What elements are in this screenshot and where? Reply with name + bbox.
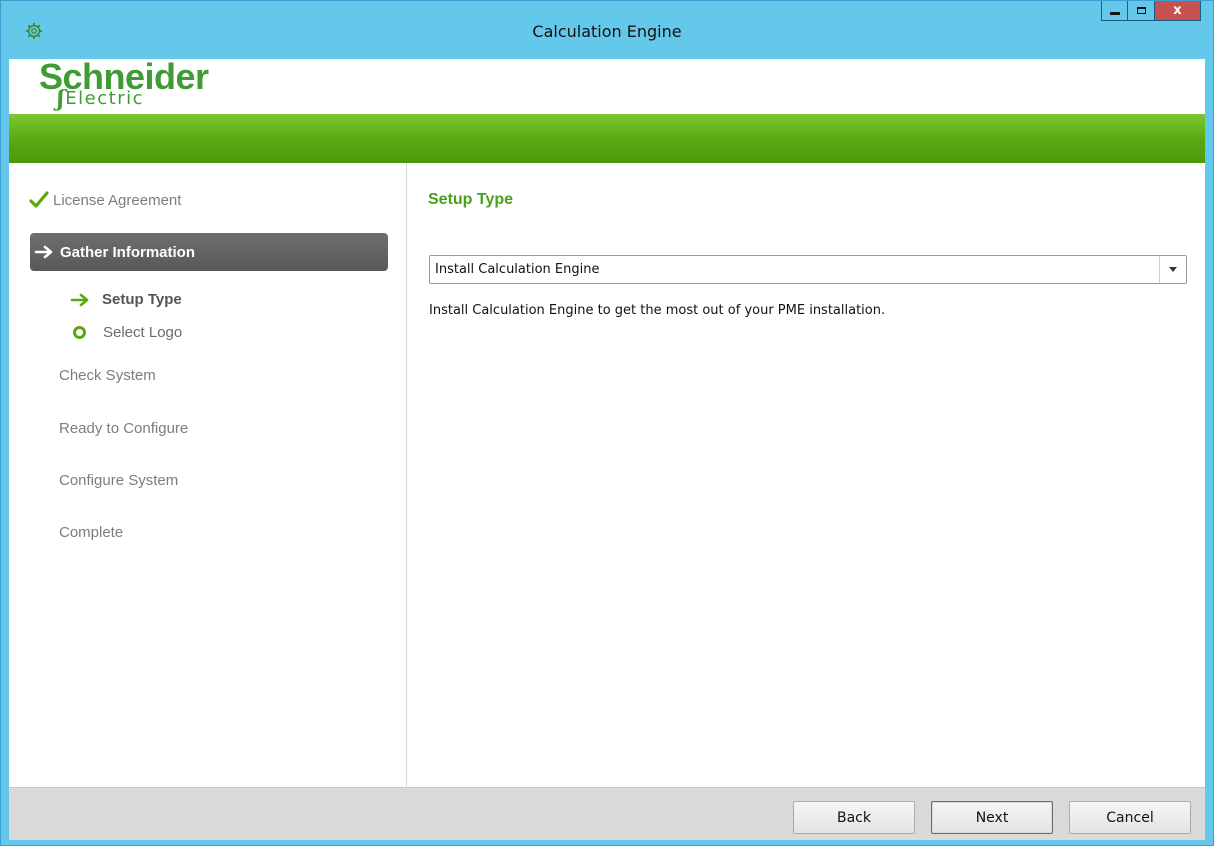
wizard-steps-sidebar: License Agreement Gather Information Set… [9,163,407,787]
installer-window: Calculation Engine x Schneider ʃ Electri… [0,0,1214,846]
step-gather-information: Gather Information [30,233,388,271]
dropdown-selected-value: Install Calculation Engine [435,262,600,277]
substep-label: Setup Type [102,291,182,308]
step-ready-to-configure: Ready to Configure [59,420,189,437]
brand-header: Schneider ʃ Electric [9,57,1205,114]
green-banner [9,114,1205,163]
close-button[interactable]: x [1155,1,1201,21]
title-bar[interactable]: Calculation Engine x [1,1,1213,59]
minimize-icon [1109,12,1120,15]
circle-icon [73,326,86,339]
logo-subline: ʃ Electric [57,86,144,112]
arrow-right-icon [34,245,53,259]
checkmark-icon [29,191,49,208]
minimize-button[interactable] [1101,1,1128,21]
back-button[interactable]: Back [793,801,915,834]
close-icon: x [1173,3,1182,18]
maximize-button[interactable] [1128,1,1155,21]
cancel-button[interactable]: Cancel [1069,801,1191,834]
step-label: Gather Information [60,243,196,261]
substep-label: Select Logo [103,324,183,341]
schneider-electric-logo: Schneider ʃ Electric [39,57,209,111]
installer-client-area: Schneider ʃ Electric License Agreement G… [9,57,1205,840]
setup-type-description: Install Calculation Engine to get the mo… [429,303,886,318]
step-label: License Agreement [53,191,182,209]
wizard-footer: Back Next Cancel [9,787,1205,840]
substep-select-logo: Select Logo [70,324,182,341]
substep-setup-type: Setup Type [70,291,182,308]
setup-type-dropdown[interactable]: Install Calculation Engine [429,255,1187,284]
maximize-icon [1136,7,1146,14]
setup-type-panel: Setup Type Install Calculation Engine In… [407,163,1205,787]
window-title: Calculation Engine [532,22,682,41]
step-complete: Complete [59,524,124,541]
arrow-right-icon [70,293,89,306]
step-license-agreement: License Agreement [29,191,181,209]
step-configure-system: Configure System [59,472,179,489]
logo-swirl-icon: ʃ [57,86,65,112]
chevron-down-icon [1169,267,1177,272]
step-check-system: Check System [59,367,156,384]
dropdown-toggle[interactable] [1159,256,1186,283]
next-button[interactable]: Next [931,801,1053,834]
page-title: Setup Type [428,191,514,208]
logo-electric-text: Electric [65,88,144,109]
window-controls: x [1101,1,1201,29]
